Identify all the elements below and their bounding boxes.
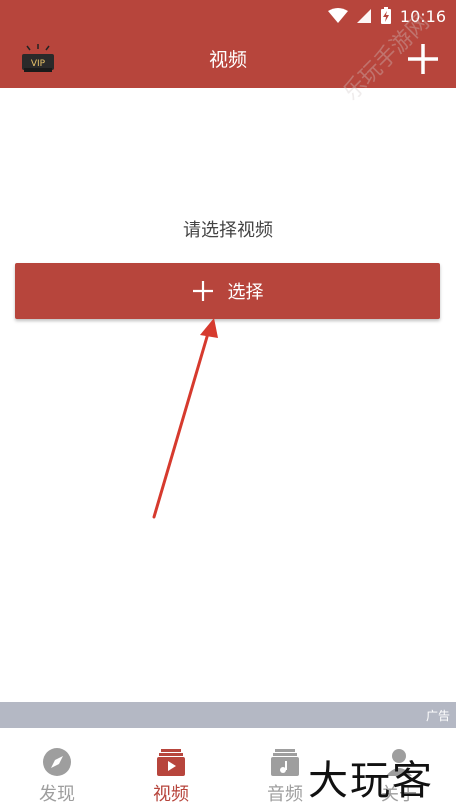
- status-bar: 10:16: [0, 0, 456, 32]
- add-icon[interactable]: [406, 42, 440, 76]
- ad-label: 广告: [425, 709, 450, 723]
- ad-bar[interactable]: 广告: [0, 702, 456, 728]
- tab-video[interactable]: 视频: [114, 728, 228, 810]
- tab-label: 音频: [267, 784, 303, 805]
- wifi-icon: [327, 8, 348, 23]
- annotation-arrow: [152, 318, 218, 519]
- status-time: 10:16: [399, 6, 446, 26]
- tab-label: 视频: [153, 784, 189, 805]
- status-icons: 10:16: [327, 5, 446, 27]
- select-video-prompt: 请选择视频: [183, 220, 273, 241]
- page-title: 视频: [208, 49, 247, 71]
- no-signal-icon: [356, 9, 371, 23]
- watermark-brand: 大玩客: [308, 758, 434, 804]
- video-icon: [157, 749, 185, 776]
- select-button-label: 选择: [227, 282, 264, 303]
- select-video-button[interactable]: 选择: [15, 263, 440, 319]
- tab-label: 发现: [39, 784, 75, 805]
- music-icon: [271, 749, 299, 776]
- compass-icon: [43, 748, 71, 776]
- plus-icon: [192, 281, 213, 301]
- battery-charging-icon: [380, 7, 391, 24]
- app-bar: VIP 视频: [0, 32, 456, 88]
- tab-discover[interactable]: 发现: [0, 728, 114, 810]
